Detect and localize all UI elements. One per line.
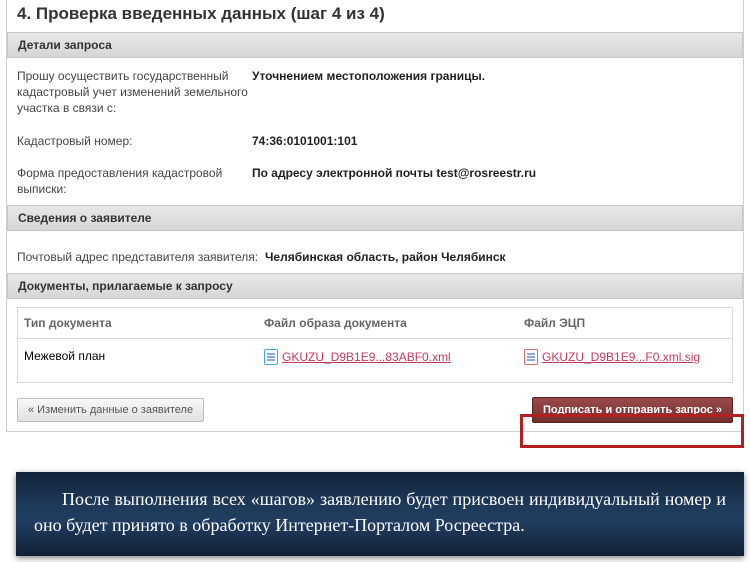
value-form: По адресу электронной почты test@rosrees… — [252, 165, 733, 197]
value-postal: Челябинская область, район Челябинск — [265, 249, 733, 265]
col-sig: Файл ЭЦП — [524, 316, 726, 330]
form-panel: 4. Проверка введенных данных (шаг 4 из 4… — [6, 0, 744, 432]
row-postal: Почтовый адрес представителя заявителя: … — [7, 233, 743, 273]
section-header-details: Детали запроса — [7, 32, 743, 58]
page-title: 4. Проверка введенных данных (шаг 4 из 4… — [7, 0, 743, 32]
document-icon — [264, 349, 278, 365]
col-type: Тип документа — [24, 316, 264, 330]
document-icon — [524, 349, 538, 365]
back-button[interactable]: « Изменить данные о заявителе — [17, 398, 204, 422]
docs-table-head: Тип документа Файл образа документа Файл… — [18, 308, 732, 339]
file-link-xml-label: GKUZU_D9B1E9...83ABF0.xml — [282, 350, 451, 364]
row-form: Форма предоставления кадастровой выписки… — [7, 157, 743, 205]
row-cadnum: Кадастровый номер: 74:36:0101001:101 — [7, 125, 743, 157]
label-postal: Почтовый адрес представителя заявителя: — [17, 249, 265, 265]
section-header-docs: Документы, прилагаемые к запросу — [7, 273, 743, 299]
file-link-xml[interactable]: GKUZU_D9B1E9...83ABF0.xml — [264, 349, 451, 365]
caption-band: После выполнения всех «шагов» заявлению … — [16, 472, 744, 556]
docs-table: Тип документа Файл образа документа Файл… — [17, 307, 733, 383]
value-cadnum: 74:36:0101001:101 — [252, 133, 733, 149]
table-row: Межевой план GKUZU_D9B1E9...83ABF0.xml G… — [18, 339, 732, 382]
label-form: Форма предоставления кадастровой выписки… — [17, 165, 252, 197]
col-file: Файл образа документа — [264, 316, 524, 330]
button-row: « Изменить данные о заявителе Подписать … — [7, 393, 743, 425]
label-cadnum: Кадастровый номер: — [17, 133, 252, 149]
submit-button[interactable]: Подписать и отправить запрос » — [532, 397, 733, 423]
file-link-sig-label: GKUZU_D9B1E9...F0.xml.sig — [542, 350, 700, 364]
section-header-applicant: Сведения о заявителе — [7, 205, 743, 231]
cell-type: Межевой план — [24, 349, 264, 368]
value-reason: Уточнением местоположения границы. — [252, 68, 733, 117]
row-reason: Прошу осуществить государственный кадаст… — [7, 60, 743, 125]
label-reason: Прошу осуществить государственный кадаст… — [17, 68, 252, 117]
caption-text: После выполнения всех «шагов» заявлению … — [34, 489, 726, 535]
file-link-sig[interactable]: GKUZU_D9B1E9...F0.xml.sig — [524, 349, 700, 365]
